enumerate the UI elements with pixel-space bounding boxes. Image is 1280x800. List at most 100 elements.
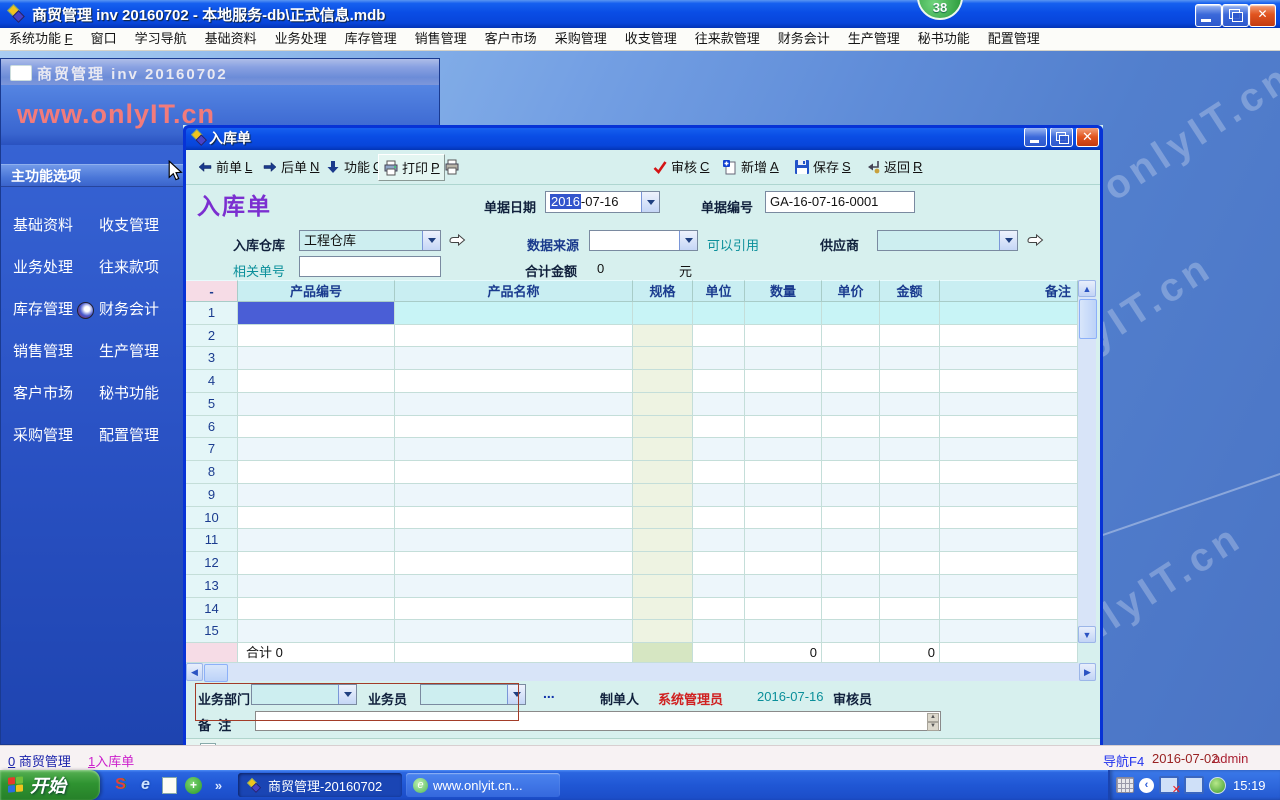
grid-cell[interactable] [822,484,880,507]
grid-cell[interactable] [633,347,693,370]
grid-cell[interactable] [395,598,633,621]
grid-cell[interactable] [880,575,940,598]
grid-cell[interactable] [940,438,1078,461]
grid-cell[interactable] [745,416,822,439]
nav-item-base-data[interactable]: 基础资料 [13,216,99,258]
grid-cell[interactable] [880,529,940,552]
add-new-button[interactable]: 新增A [718,154,783,179]
grid-cell[interactable] [633,575,693,598]
menu-production[interactable]: 生产管理 [839,28,909,50]
scrollbar-thumb[interactable] [204,664,228,682]
menu-base-data[interactable]: 基础资料 [196,28,266,50]
scrollbar-thumb[interactable] [1079,299,1097,339]
grid-cell[interactable] [880,552,940,575]
grid-cell[interactable] [822,347,880,370]
minimize-button[interactable] [1024,127,1047,147]
grid-cell[interactable] [940,575,1078,598]
save-button[interactable]: 保存S [790,154,855,179]
grid-cell[interactable] [822,507,880,530]
grid-cell[interactable] [940,416,1078,439]
grid-cell[interactable] [880,620,940,643]
grid-cell[interactable] [693,325,745,348]
grid-cell[interactable] [745,370,822,393]
grid-cell[interactable] [880,370,940,393]
grid-cell[interactable] [940,598,1078,621]
grid-cell[interactable] [633,325,693,348]
grid-cell[interactable] [395,393,633,416]
menu-business[interactable]: 业务处理 [266,28,336,50]
grid-cell[interactable] [633,302,693,325]
grid-cell[interactable] [238,393,395,416]
print-button[interactable]: 打印P [378,154,445,181]
grid-cell[interactable] [822,370,880,393]
grid-cell[interactable] [940,347,1078,370]
grid-cell[interactable] [745,325,822,348]
grid-cell[interactable] [822,552,880,575]
menu-income-expense[interactable]: 收支管理 [616,28,686,50]
grid-cell[interactable] [745,347,822,370]
grid-cell[interactable] [745,302,822,325]
restore-button[interactable] [1222,4,1249,27]
grid-cell[interactable] [693,347,745,370]
nav-item-sales[interactable]: 销售管理 [13,342,99,384]
grid-cell[interactable] [633,393,693,416]
horizontal-scrollbar[interactable]: ◀ ▶ [186,663,1096,681]
grid-cell[interactable] [880,507,940,530]
grid-cell[interactable] [745,575,822,598]
minimize-button[interactable] [1195,4,1222,27]
scroll-up-icon[interactable]: ▲ [1078,280,1096,297]
grid-cell[interactable] [395,461,633,484]
grid-cell[interactable] [693,393,745,416]
grid-cell[interactable] [395,484,633,507]
grid-cell[interactable] [745,461,822,484]
scroll-right-icon[interactable]: ▶ [1079,663,1096,681]
nav-item-finance[interactable]: 财务会计 [99,300,181,342]
spinner-control[interactable]: ▲▼ [927,713,939,731]
menu-config[interactable]: 配置管理 [979,28,1049,50]
task-button-browser[interactable]: e www.onlyit.cn... [406,773,560,797]
green-plus-icon[interactable]: + [185,777,202,794]
next-doc-button[interactable]: 后单N [258,154,323,179]
grid-cell[interactable] [880,598,940,621]
grid-cell[interactable] [238,507,395,530]
grid-cell[interactable] [940,620,1078,643]
grid-cell[interactable] [940,370,1078,393]
grid-cell[interactable] [745,507,822,530]
grid-cell[interactable] [633,552,693,575]
menu-system[interactable]: 系统功能 F [0,28,82,50]
grid-cell[interactable] [395,325,633,348]
nav-item-config[interactable]: 配置管理 [99,426,181,468]
grid-cell[interactable] [238,598,395,621]
close-icon[interactable]: ✕ [1076,127,1099,147]
doc-no-input[interactable]: GA-16-07-16-0001 [765,191,915,213]
messenger-icon[interactable]: S [112,777,129,794]
statusbar-stockin-item[interactable]: 1入库单 [88,751,134,770]
prev-doc-button[interactable]: 前单L [193,154,256,179]
grid-cell[interactable] [940,507,1078,530]
nav-item-income-expense[interactable]: 收支管理 [99,216,181,258]
grid-cell[interactable] [395,575,633,598]
scroll-left-icon[interactable]: ◀ [186,663,203,681]
grid-cell[interactable] [940,325,1078,348]
grid-cell[interactable] [693,416,745,439]
chevron-more-icon[interactable]: » [210,777,227,794]
grid-cell[interactable] [693,461,745,484]
grid-cell[interactable] [238,529,395,552]
grid-cell[interactable] [238,370,395,393]
nav-item-purchase[interactable]: 采购管理 [13,426,99,468]
grid-cell[interactable] [633,598,693,621]
grid-cell[interactable] [745,552,822,575]
menu-sales[interactable]: 销售管理 [406,28,476,50]
nav-item-accounts[interactable]: 往来款项 [99,258,181,300]
grid-cell[interactable] [693,529,745,552]
grid-cell[interactable] [880,325,940,348]
more-button[interactable]: ... [543,685,555,701]
grid-cell[interactable] [693,370,745,393]
grid-cell[interactable] [880,416,940,439]
menu-secretary[interactable]: 秘书功能 [909,28,979,50]
menu-finance[interactable]: 财务会计 [769,28,839,50]
grid-cell[interactable] [880,302,940,325]
grid-cell[interactable] [822,393,880,416]
nav-item-customers[interactable]: 客户市场 [13,384,99,426]
grid-cell[interactable] [822,416,880,439]
